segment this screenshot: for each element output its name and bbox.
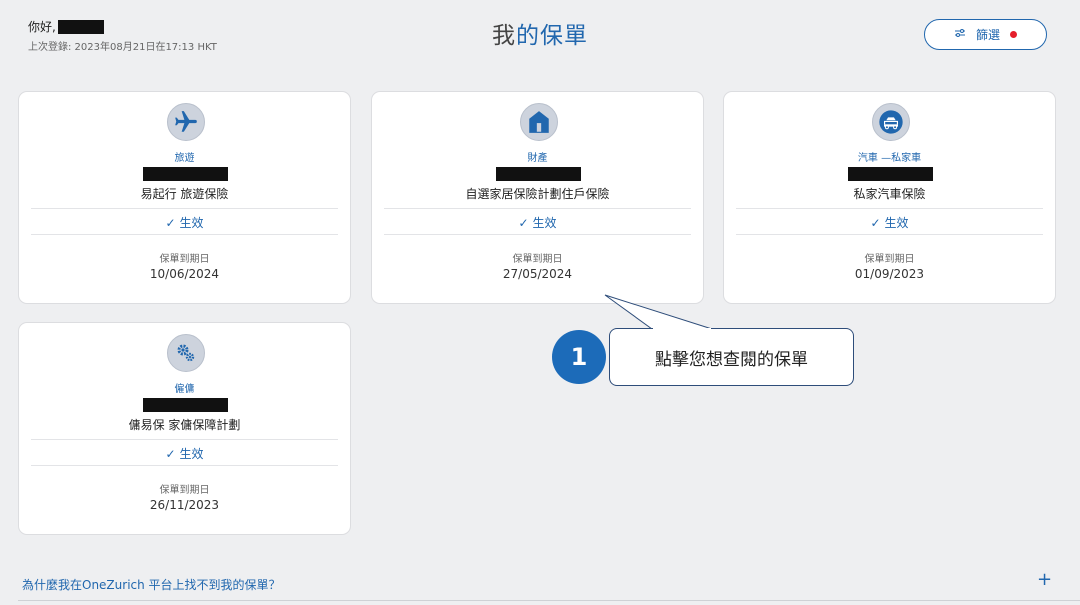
tutorial-callout: 點擊您想查閱的保單 — [609, 328, 854, 386]
tutorial-callout-text: 點擊您想查閱的保單 — [655, 349, 808, 370]
filter-icon — [954, 28, 966, 41]
divider — [736, 234, 1043, 235]
policy-category: 財產 — [527, 153, 548, 164]
divider — [384, 234, 691, 235]
divider — [736, 208, 1043, 209]
expiry-date: 26/11/2023 — [149, 498, 220, 512]
policy-category: 僱傭 — [174, 384, 195, 395]
policy-status-text: 生效 — [884, 216, 909, 230]
divider — [18, 600, 1080, 601]
policy-card-employment[interactable]: 僱傭 傭易保 家傭保障計劃 ✓ 生效 保單到期日 26/11/2023 — [18, 322, 351, 535]
policy-status: ✓ 生效 — [19, 445, 350, 462]
policy-status-text: 生效 — [532, 216, 557, 230]
expiry-date: 01/09/2023 — [854, 267, 925, 281]
page-title-prefix: 我 — [492, 23, 516, 49]
airplane-icon — [167, 103, 205, 141]
redacted-policy-number — [496, 167, 581, 181]
divider — [31, 208, 338, 209]
expiry-label: 保單到期日 — [159, 485, 210, 496]
policy-status-text: 生效 — [179, 447, 204, 461]
expiry-date: 10/06/2024 — [149, 267, 220, 281]
page-title-accent: 的保單 — [516, 23, 588, 49]
check-icon: ✓ — [165, 216, 176, 230]
policy-status: ✓ 生效 — [19, 214, 350, 231]
policy-product: 傭易保 家傭保障計劃 — [128, 418, 241, 432]
policy-card-motor[interactable]: 汽車 —私家車 私家汽車保險 ✓ 生效 保單到期日 01/09/2023 — [723, 91, 1056, 304]
faq-missing-policy-link[interactable]: 為什麼我在OneZurich 平台上找不到我的保單？ — [22, 576, 281, 593]
policy-status-text: 生效 — [179, 216, 204, 230]
redacted-policy-number — [848, 167, 933, 181]
expiry-date: 27/05/2024 — [502, 267, 573, 281]
car-icon — [872, 103, 910, 141]
expand-plus-icon[interactable]: + — [1037, 571, 1052, 589]
policy-category: 汽車 —私家車 — [857, 153, 922, 164]
policy-product: 易起行 旅遊保險 — [140, 187, 229, 201]
policy-status: ✓ 生效 — [372, 214, 703, 231]
divider — [31, 234, 338, 235]
policy-product: 自選家居保險計劃住戶保險 — [465, 187, 610, 201]
filter-button[interactable]: 篩選 — [924, 19, 1047, 50]
expiry-label: 保單到期日 — [512, 254, 563, 265]
expiry-label: 保單到期日 — [864, 254, 915, 265]
step-number-badge: 1 — [552, 330, 606, 384]
check-icon: ✓ — [518, 216, 529, 230]
gears-icon — [167, 334, 205, 372]
check-icon: ✓ — [870, 216, 881, 230]
policy-card-travel[interactable]: 旅遊 易起行 旅遊保險 ✓ 生效 保單到期日 10/06/2024 — [18, 91, 351, 304]
filter-notification-dot — [1010, 31, 1017, 38]
policy-category: 旅遊 — [174, 153, 195, 164]
house-icon — [520, 103, 558, 141]
divider — [384, 208, 691, 209]
redacted-policy-number — [143, 398, 228, 412]
page-title: 我的保單 — [0, 16, 1080, 50]
divider — [31, 439, 338, 440]
filter-label: 篩選 — [975, 28, 1000, 42]
policy-card-property[interactable]: 財產 自選家居保險計劃住戶保險 ✓ 生效 保單到期日 27/05/2024 — [371, 91, 704, 304]
check-icon: ✓ — [165, 447, 176, 461]
policy-status: ✓ 生效 — [724, 214, 1055, 231]
policy-product: 私家汽車保險 — [853, 187, 926, 201]
expiry-label: 保單到期日 — [159, 254, 210, 265]
redacted-policy-number — [143, 167, 228, 181]
divider — [31, 465, 338, 466]
